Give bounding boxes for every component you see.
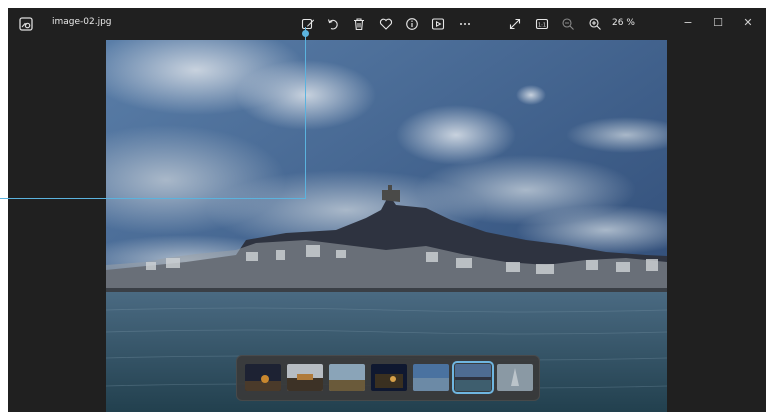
fullscreen-icon[interactable]: [506, 15, 524, 33]
thumbnail-3[interactable]: [329, 364, 365, 391]
actual-size-icon[interactable]: 1:1: [533, 15, 551, 33]
svg-text:1:1: 1:1: [538, 22, 546, 28]
filmstrip: [236, 355, 540, 401]
thumbnail-5[interactable]: [413, 364, 449, 391]
zoom-out-icon[interactable]: [559, 15, 577, 33]
thumbnail-6-selected[interactable]: [452, 361, 494, 394]
zoom-in-icon[interactable]: [586, 15, 604, 33]
photos-app-icon: [18, 16, 34, 32]
slideshow-icon[interactable]: [429, 15, 447, 33]
file-name: image-02.jpg: [52, 17, 112, 27]
thumbnail-7[interactable]: [497, 364, 533, 391]
callout-line-horizontal: [0, 198, 306, 199]
callout-line-vertical: [305, 27, 306, 199]
thumbnail-2[interactable]: [287, 364, 323, 391]
rotate-icon[interactable]: [324, 15, 342, 33]
thumbnail-1[interactable]: [245, 364, 281, 391]
close-button[interactable]: ✕: [734, 12, 762, 32]
photos-app-window: image-02.jpg 1:1 26 % − ☐ ✕: [8, 8, 766, 412]
zoom-level: 26 %: [612, 18, 635, 28]
minimize-button[interactable]: −: [674, 12, 702, 32]
title-bar: image-02.jpg 1:1 26 % − ☐ ✕: [8, 8, 766, 40]
delete-icon[interactable]: [350, 15, 368, 33]
more-icon[interactable]: [456, 15, 474, 33]
favorite-icon[interactable]: [377, 15, 395, 33]
callout-marker: [302, 30, 309, 37]
maximize-button[interactable]: ☐: [704, 12, 732, 32]
thumbnail-4[interactable]: [371, 364, 407, 391]
info-icon[interactable]: [403, 15, 421, 33]
